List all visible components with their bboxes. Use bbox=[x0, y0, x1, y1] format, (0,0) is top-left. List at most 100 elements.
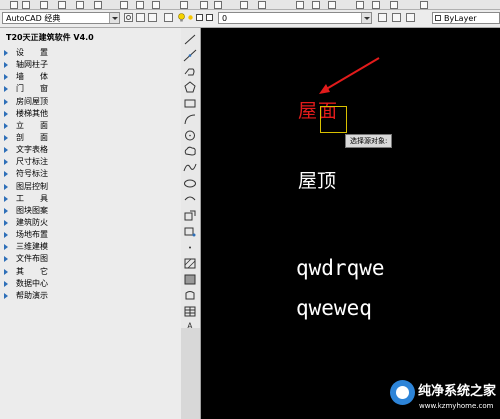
polyline-tool-icon[interactable] bbox=[183, 65, 197, 78]
menu-item-layer-control[interactable]: 图层控制 bbox=[0, 181, 178, 193]
menu-item-doors-windows[interactable]: 门 窗 bbox=[0, 83, 178, 95]
sheet-set-icon[interactable] bbox=[356, 1, 364, 9]
menu-item-data-center[interactable]: 数据中心 bbox=[0, 278, 178, 290]
pan-icon[interactable] bbox=[240, 1, 248, 9]
make-current-layer-icon[interactable] bbox=[378, 13, 387, 22]
help-icon[interactable] bbox=[420, 1, 428, 9]
bulb-icon[interactable] bbox=[178, 13, 185, 22]
menu-item-symbol-annotation[interactable]: 符号标注 bbox=[0, 168, 178, 180]
menu-item-room-roof[interactable]: 房间屋顶 bbox=[0, 96, 178, 108]
preview-icon[interactable] bbox=[76, 1, 84, 9]
ellipse-tool-icon[interactable] bbox=[183, 177, 197, 190]
menu-item-tools[interactable]: 工 具 bbox=[0, 193, 178, 205]
region-tool-icon[interactable] bbox=[183, 289, 197, 302]
menu-item-blocks-patterns[interactable]: 图块图案 bbox=[0, 205, 178, 217]
make-block-tool-icon[interactable] bbox=[183, 225, 197, 238]
table-tool-icon[interactable] bbox=[183, 305, 197, 318]
redo-icon[interactable] bbox=[214, 1, 222, 9]
copy-icon[interactable] bbox=[136, 1, 144, 9]
properties-icon[interactable] bbox=[296, 1, 304, 9]
menu-item-section[interactable]: 剖 面 bbox=[0, 132, 178, 144]
linetype-dropdown[interactable]: ByLayer bbox=[432, 12, 500, 24]
undo-icon[interactable] bbox=[200, 1, 208, 9]
workspace-settings-icon[interactable] bbox=[136, 13, 145, 22]
text-object-line2[interactable]: qweweq bbox=[296, 296, 372, 320]
gradient-tool-icon[interactable] bbox=[183, 273, 197, 286]
expand-triangle-icon bbox=[4, 256, 8, 263]
cut-icon[interactable] bbox=[120, 1, 128, 9]
rectangle-tool-icon[interactable] bbox=[183, 97, 197, 110]
menu-item-other[interactable]: 其 它 bbox=[0, 266, 178, 278]
expand-triangle-icon bbox=[4, 147, 8, 154]
chevron-down-icon[interactable] bbox=[109, 13, 119, 23]
expand-triangle-icon bbox=[4, 98, 8, 105]
menu-item-text-table[interactable]: 文字表格 bbox=[0, 144, 178, 156]
paste-icon[interactable] bbox=[152, 1, 160, 9]
tangent-palette: T20天正建筑软件 V4.0 设 置 轴网柱子 墙 体 门 窗 房间屋顶 楼梯其… bbox=[0, 28, 182, 419]
cloud-tool-icon[interactable] bbox=[183, 145, 197, 158]
save-icon[interactable] bbox=[40, 1, 48, 9]
insert-block-tool-icon[interactable] bbox=[183, 209, 197, 222]
gear-icon[interactable] bbox=[124, 13, 133, 22]
draw-toolbar: A bbox=[181, 28, 201, 331]
markup-icon[interactable] bbox=[372, 1, 380, 9]
menu-item-site-layout[interactable]: 场地布置 bbox=[0, 229, 178, 241]
tool-palettes-icon[interactable] bbox=[328, 1, 336, 9]
workspace-value: AutoCAD 经典 bbox=[6, 14, 61, 23]
point-tool-icon[interactable] bbox=[183, 241, 197, 254]
command-tooltip: 选择源对象: bbox=[345, 134, 393, 148]
open-icon[interactable] bbox=[22, 1, 30, 9]
spline-tool-icon[interactable] bbox=[183, 161, 197, 174]
arc-tool-icon[interactable] bbox=[183, 113, 197, 126]
design-center-icon[interactable] bbox=[312, 1, 320, 9]
text-object-roof[interactable]: 屋顶 bbox=[298, 166, 336, 193]
expand-triangle-icon bbox=[4, 244, 8, 251]
zoom-icon[interactable] bbox=[258, 1, 266, 9]
layer-dropdown[interactable]: 0 bbox=[218, 12, 372, 24]
new-icon[interactable] bbox=[10, 1, 18, 9]
menu-item-settings[interactable]: 设 置 bbox=[0, 47, 178, 59]
hatch-tool-icon[interactable] bbox=[183, 257, 197, 270]
expand-triangle-icon bbox=[4, 183, 8, 190]
draw-toolbar-extension bbox=[181, 328, 201, 419]
calculator-icon[interactable] bbox=[390, 1, 398, 9]
menu-item-dimension[interactable]: 尺寸标注 bbox=[0, 156, 178, 168]
menu-item-3d-modeling[interactable]: 三维建模 bbox=[0, 241, 178, 253]
circle-tool-icon[interactable] bbox=[183, 129, 197, 142]
line-tool-icon[interactable] bbox=[183, 33, 197, 46]
menu-item-elevation[interactable]: 立 面 bbox=[0, 120, 178, 132]
layer-previous-icon[interactable] bbox=[392, 13, 401, 22]
color-swatch-icon bbox=[435, 15, 441, 21]
expand-triangle-icon bbox=[4, 74, 8, 81]
expand-triangle-icon bbox=[4, 232, 8, 239]
ellipse-arc-tool-icon[interactable] bbox=[183, 193, 197, 206]
text-object-line1[interactable]: qwdrqwe bbox=[296, 256, 385, 280]
expand-triangle-icon bbox=[4, 86, 8, 93]
menu-item-help-demo[interactable]: 帮助演示 bbox=[0, 290, 178, 302]
layer-lock-icon[interactable] bbox=[196, 14, 203, 21]
layer-states-icon[interactable] bbox=[406, 13, 415, 22]
expand-triangle-icon bbox=[4, 122, 8, 129]
layer-color-swatch-icon[interactable] bbox=[206, 14, 213, 21]
menu-item-walls[interactable]: 墙 体 bbox=[0, 71, 178, 83]
pick-box bbox=[320, 106, 347, 133]
publish-icon[interactable] bbox=[94, 1, 102, 9]
expand-triangle-icon bbox=[4, 207, 8, 214]
menu-item-fire-protection[interactable]: 建筑防火 bbox=[0, 217, 178, 229]
match-properties-icon[interactable] bbox=[180, 1, 188, 9]
workspace-dropdown[interactable]: AutoCAD 经典 bbox=[2, 12, 120, 24]
polygon-tool-icon[interactable] bbox=[183, 81, 197, 94]
menu-item-axis-columns[interactable]: 轴网柱子 bbox=[0, 59, 178, 71]
menu-item-stairs-other[interactable]: 楼梯其他 bbox=[0, 108, 178, 120]
annotation-arrow bbox=[319, 57, 380, 94]
sun-icon[interactable] bbox=[187, 13, 194, 22]
construction-line-tool-icon[interactable] bbox=[183, 49, 197, 62]
drawing-canvas[interactable]: 屋面 选择源对象: 屋顶 qwdrqwe qweweq 纯净系统之家 www.k… bbox=[201, 28, 500, 419]
workspace-layer-toolbar: AutoCAD 经典 0 ByLayer bbox=[0, 10, 500, 28]
layer-manager-icon[interactable] bbox=[164, 13, 173, 22]
chevron-down-icon[interactable] bbox=[361, 13, 371, 23]
print-icon[interactable] bbox=[58, 1, 66, 9]
expand-triangle-icon bbox=[4, 171, 8, 178]
save-workspace-icon[interactable] bbox=[148, 13, 157, 22]
menu-item-file-layout[interactable]: 文件布图 bbox=[0, 253, 178, 265]
